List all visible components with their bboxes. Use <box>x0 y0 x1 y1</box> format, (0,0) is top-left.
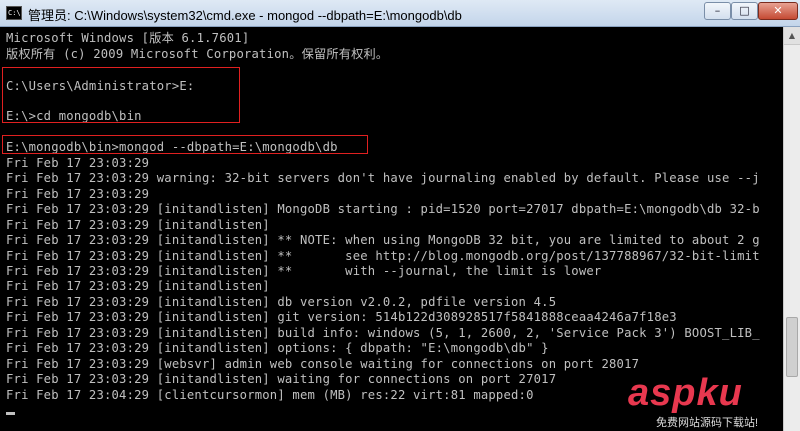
console-line: Fri Feb 17 23:03:29 [initandlisten] ** s… <box>6 249 760 263</box>
console-line: Fri Feb 17 23:03:29 warning: 32-bit serv… <box>6 171 760 185</box>
console-output[interactable]: Microsoft Windows [版本 6.1.7601] 版权所有 (c)… <box>0 27 783 431</box>
console-line: Fri Feb 17 23:03:29 [initandlisten] opti… <box>6 341 549 355</box>
text-cursor <box>6 412 15 415</box>
close-icon: ✕ <box>773 4 783 17</box>
close-button[interactable]: ✕ <box>758 2 798 20</box>
scroll-thumb[interactable] <box>786 317 798 377</box>
console-line: Fri Feb 17 23:04:29 [clientcursormon] me… <box>6 388 534 402</box>
cmd-icon[interactable]: C:\ <box>6 6 22 20</box>
console-line: Fri Feb 17 23:03:29 [initandlisten] Mong… <box>6 202 760 216</box>
console-line: Fri Feb 17 23:03:29 [initandlisten] <box>6 218 270 232</box>
console-line: Fri Feb 17 23:03:29 [initandlisten] wait… <box>6 372 557 386</box>
vertical-scrollbar[interactable]: ▲ <box>783 27 800 431</box>
highlight-box-mongod-command <box>2 135 368 154</box>
console-line: Fri Feb 17 23:03:29 [initandlisten] git … <box>6 310 677 324</box>
console-line: Fri Feb 17 23:03:29 [initandlisten] <box>6 279 270 293</box>
watermark: aspku 免费网站源码下载站! <box>628 372 798 430</box>
title-bar[interactable]: C:\ 管理员: C:\Windows\system32\cmd.exe - m… <box>0 0 800 27</box>
console-line: 版权所有 (c) 2009 Microsoft Corporation。保留所有… <box>6 47 389 61</box>
console-line: Fri Feb 17 23:03:29 [initandlisten] ** w… <box>6 264 602 278</box>
console-line: Fri Feb 17 23:03:29 <box>6 156 150 170</box>
window-title: 管理员: C:\Windows\system32\cmd.exe - mongo… <box>28 8 462 23</box>
highlight-box-cd-commands <box>2 67 240 123</box>
console-line: Fri Feb 17 23:03:29 <box>6 187 150 201</box>
maximize-button[interactable]: □ <box>731 2 758 20</box>
console-line: Microsoft Windows [版本 6.1.7601] <box>6 31 250 45</box>
maximize-icon: □ <box>739 4 750 17</box>
console-line: Fri Feb 17 23:03:29 [initandlisten] db v… <box>6 295 557 309</box>
minimize-icon: – <box>714 4 721 17</box>
minimize-button[interactable]: – <box>704 2 731 20</box>
watermark-logo: aspku <box>628 372 743 414</box>
console-line: Fri Feb 17 23:03:29 [initandlisten] ** N… <box>6 233 760 247</box>
console-line: Fri Feb 17 23:03:29 [websvr] admin web c… <box>6 357 640 371</box>
scroll-up-arrow-icon[interactable]: ▲ <box>784 27 800 45</box>
console-line: Fri Feb 17 23:03:29 [initandlisten] buil… <box>6 326 760 340</box>
watermark-subtitle: 免费网站源码下载站! <box>656 417 759 429</box>
